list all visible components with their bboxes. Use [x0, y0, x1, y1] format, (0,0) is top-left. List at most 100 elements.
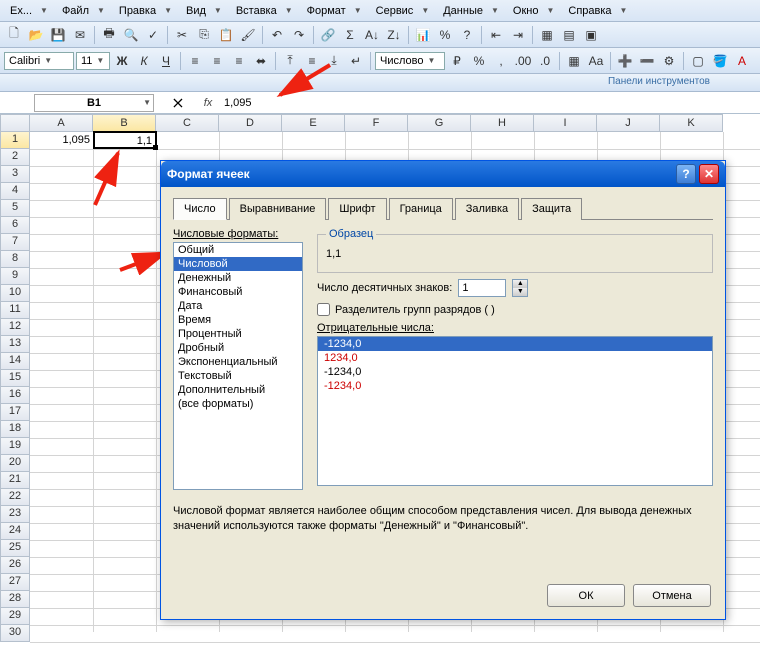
row-header-21[interactable]: 21 [0, 472, 30, 489]
menu-insert[interactable]: Вставка [232, 5, 281, 17]
help-icon[interactable]: ? [457, 25, 477, 45]
size-combo[interactable]: 11▼ [76, 52, 110, 70]
negative-listbox[interactable]: -1234,0 1234,0 -1234,0 -1234,0 [317, 336, 713, 486]
sum-icon[interactable]: Σ [340, 25, 360, 45]
tab-protection[interactable]: Защита [521, 198, 582, 220]
formula-input[interactable]: 1,095 [218, 97, 760, 109]
spin-down-icon[interactable]: ▼ [513, 288, 527, 296]
tab-fill[interactable]: Заливка [455, 198, 519, 220]
menu-help[interactable]: Справка [564, 5, 615, 17]
menu-ex[interactable]: Ex... [6, 5, 36, 17]
tab-alignment[interactable]: Выравнивание [229, 198, 327, 220]
table-icon[interactable]: ▦ [537, 25, 557, 45]
wrap-icon[interactable]: ↵ [346, 51, 366, 71]
col-header-j[interactable]: J [597, 114, 660, 132]
fmt-scientific[interactable]: Экспоненциальный [174, 355, 302, 369]
row-header-25[interactable]: 25 [0, 540, 30, 557]
col-header-e[interactable]: E [282, 114, 345, 132]
neg-opt-1[interactable]: 1234,0 [318, 351, 712, 365]
fill-icon[interactable]: 🪣 [710, 51, 730, 71]
fmt-number[interactable]: Числовой [174, 257, 302, 271]
underline-icon[interactable]: Ч [156, 51, 176, 71]
col-header-c[interactable]: C [156, 114, 219, 132]
row-header-8[interactable]: 8 [0, 251, 30, 268]
neg-opt-2[interactable]: -1234,0 [318, 365, 712, 379]
indent-less-icon[interactable]: ⇤ [486, 25, 506, 45]
brush-icon[interactable]: 🖌 [238, 25, 258, 45]
bold-icon[interactable]: Ж [112, 51, 132, 71]
menu-format[interactable]: Формат [303, 5, 350, 17]
thousands-checkbox[interactable] [317, 303, 330, 316]
decimals-input[interactable] [458, 279, 506, 297]
align-right-icon[interactable]: ≡ [229, 51, 249, 71]
row-header-12[interactable]: 12 [0, 319, 30, 336]
menu-bar[interactable]: Ex...▼ Файл▼ Правка▼ Вид▼ Вставка▼ Форма… [0, 0, 760, 22]
row-header-10[interactable]: 10 [0, 285, 30, 302]
font-color-icon[interactable]: A [732, 51, 752, 71]
new-icon[interactable]: 🗋 [4, 25, 24, 45]
undo-icon[interactable]: ↶ [267, 25, 287, 45]
fmt-fraction[interactable]: Дробный [174, 341, 302, 355]
col-header-b[interactable]: B [93, 114, 156, 132]
row-header-29[interactable]: 29 [0, 608, 30, 625]
valign-top-icon[interactable]: ⤒ [280, 51, 300, 71]
row-header-16[interactable]: 16 [0, 387, 30, 404]
sort-desc-icon[interactable]: Z↓ [384, 25, 404, 45]
valign-mid-icon[interactable]: ≡ [302, 51, 322, 71]
styles-icon[interactable]: Aa [586, 51, 606, 71]
mail-icon[interactable]: ✉ [70, 25, 90, 45]
col-header-a[interactable]: A [30, 114, 93, 132]
row-header-20[interactable]: 20 [0, 455, 30, 472]
row-header-2[interactable]: 2 [0, 149, 30, 166]
indent-more-icon[interactable]: ⇥ [508, 25, 528, 45]
fmt-special[interactable]: Дополнительный [174, 383, 302, 397]
cut-icon[interactable]: ✂ [172, 25, 192, 45]
fmt-custom[interactable]: (все форматы) [174, 397, 302, 411]
currency-icon[interactable]: ₽ [447, 51, 467, 71]
row-header-9[interactable]: 9 [0, 268, 30, 285]
fmt-date[interactable]: Дата [174, 299, 302, 313]
row-header-26[interactable]: 26 [0, 557, 30, 574]
delete-cell-icon[interactable]: ➖ [637, 51, 657, 71]
paste-icon[interactable]: 📋 [216, 25, 236, 45]
col-header-k[interactable]: K [660, 114, 723, 132]
decimals-spinner[interactable]: ▲ ▼ [512, 279, 528, 297]
redo-icon[interactable]: ↷ [289, 25, 309, 45]
tab-number[interactable]: Число [173, 198, 227, 220]
align-center-icon[interactable]: ≡ [207, 51, 227, 71]
row-header-18[interactable]: 18 [0, 421, 30, 438]
row-header-28[interactable]: 28 [0, 591, 30, 608]
comma-icon[interactable]: , [491, 51, 511, 71]
grid-icon[interactable]: ▤ [559, 25, 579, 45]
row-header-23[interactable]: 23 [0, 506, 30, 523]
row-header-27[interactable]: 27 [0, 574, 30, 591]
panels-link[interactable]: Панели инструментов [608, 76, 760, 87]
help-button-icon[interactable]: ? [676, 164, 696, 184]
chart-icon[interactable]: 📊 [413, 25, 433, 45]
fmt-currency[interactable]: Денежный [174, 271, 302, 285]
row-header-19[interactable]: 19 [0, 438, 30, 455]
cell-selection[interactable]: 1,1 [93, 131, 157, 149]
format-cell-icon[interactable]: ⚙ [659, 51, 679, 71]
col-header-f[interactable]: F [345, 114, 408, 132]
spin-up-icon[interactable]: ▲ [513, 280, 527, 288]
row-header-3[interactable]: 3 [0, 166, 30, 183]
link-icon[interactable]: 🔗 [318, 25, 338, 45]
neg-opt-3[interactable]: -1234,0 [318, 379, 712, 393]
row-header-1[interactable]: 1 [0, 132, 30, 149]
row-header-14[interactable]: 14 [0, 353, 30, 370]
row-header-7[interactable]: 7 [0, 234, 30, 251]
menu-file[interactable]: Файл [58, 5, 93, 17]
row-header-6[interactable]: 6 [0, 217, 30, 234]
border-icon[interactable]: ▢ [688, 51, 708, 71]
fmt-text[interactable]: Текстовый [174, 369, 302, 383]
print-icon[interactable]: 🖶 [99, 25, 119, 45]
menu-view[interactable]: Вид [182, 5, 210, 17]
neg-opt-0[interactable]: -1234,0 [318, 337, 712, 351]
fmt-time[interactable]: Время [174, 313, 302, 327]
tab-border[interactable]: Граница [389, 198, 453, 220]
name-box[interactable]: B1▼ [34, 94, 154, 112]
align-left-icon[interactable]: ≡ [185, 51, 205, 71]
row-header-4[interactable]: 4 [0, 183, 30, 200]
ok-button[interactable]: ОК [547, 584, 625, 607]
